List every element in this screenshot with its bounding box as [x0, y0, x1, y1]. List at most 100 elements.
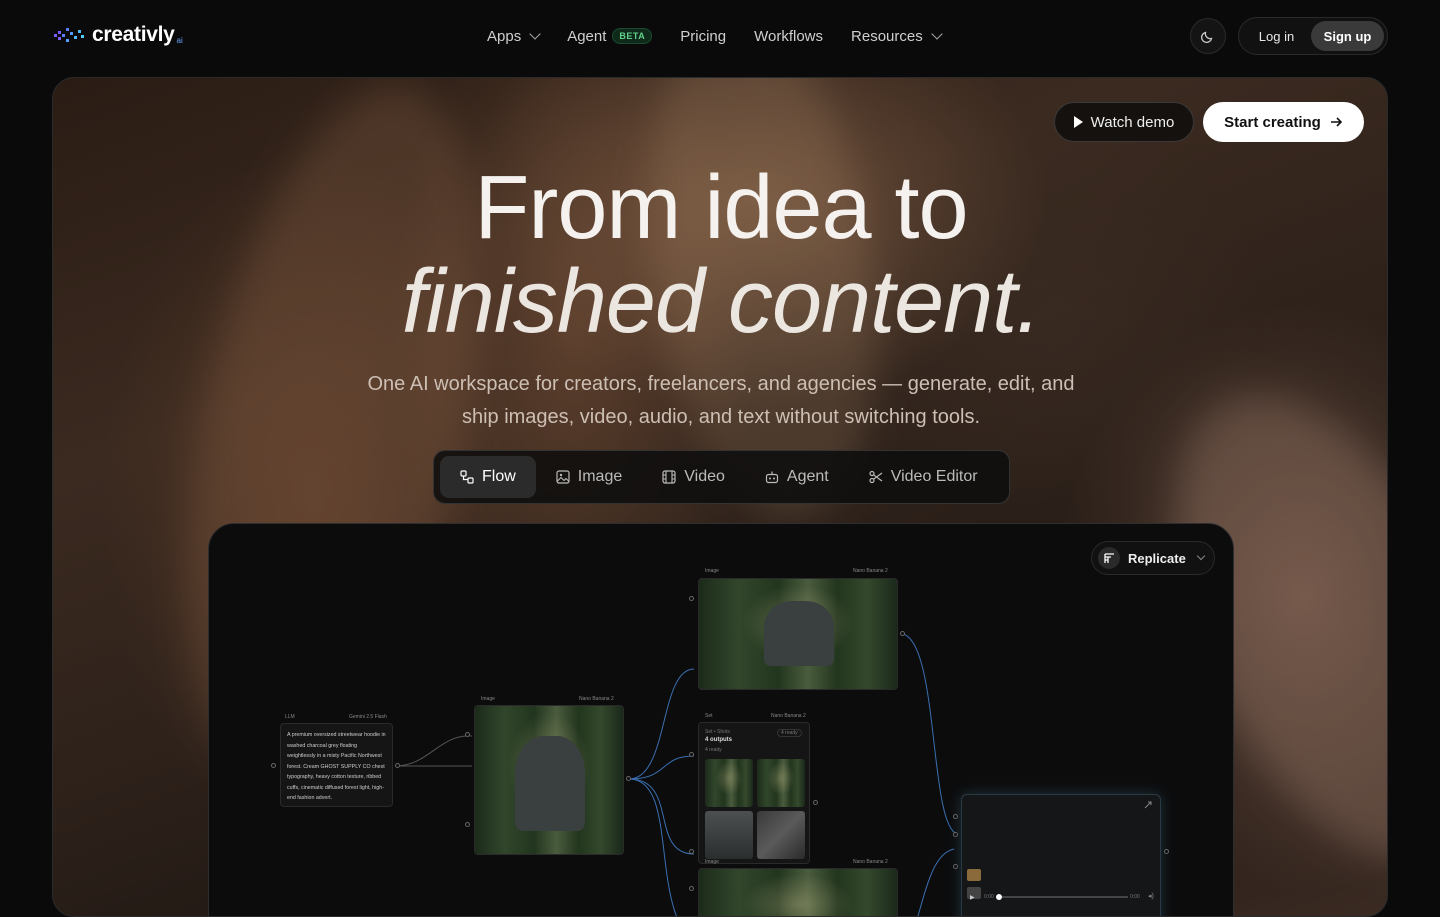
hero-subtitle: One AI workspace for creators, freelance… — [367, 373, 1075, 428]
theme-toggle-button[interactable] — [1190, 18, 1226, 54]
nav-agent-label: Agent — [567, 27, 607, 45]
start-creating-button[interactable]: Start creating — [1203, 102, 1364, 142]
beta-badge: BETA — [612, 28, 653, 44]
image-node-hoodie[interactable] — [474, 705, 624, 855]
set-node-title: 4 outputs — [705, 737, 732, 743]
image-node-2-label: Image — [705, 568, 719, 574]
image-2-output-port[interactable] — [900, 631, 905, 636]
brand-suffix: ai — [176, 35, 183, 45]
video-input-port-2[interactable] — [953, 832, 958, 837]
hero-title-line1: From idea to — [474, 158, 968, 258]
robot-icon — [765, 471, 778, 484]
nav-apps-label: Apps — [487, 27, 522, 45]
chevron-down-icon — [529, 28, 541, 40]
llm-prompt: A premium oversized streetwear hoodie in… — [287, 732, 386, 801]
set-thumb-1[interactable] — [705, 759, 753, 807]
set-node-ready-badge: 4 ready — [777, 729, 802, 737]
nav-resources-label: Resources — [851, 27, 923, 45]
set-thumb-4[interactable] — [757, 811, 805, 859]
main-menu: Apps Agent BETA Pricing Workflows Resour… — [487, 26, 969, 46]
llm-output-port[interactable] — [395, 763, 400, 768]
nav-pricing[interactable]: Pricing — [680, 26, 726, 46]
set-node-count: 4 ready — [705, 747, 722, 753]
image-node-model: Nano Banana 2 — [579, 696, 614, 702]
tab-image[interactable]: Image — [536, 456, 642, 498]
edge-video-out — [917, 848, 955, 916]
image-node-3-model: Nano Banana 2 — [853, 859, 888, 865]
logo-icon — [54, 28, 84, 42]
auth-group: Log in Sign up — [1238, 17, 1388, 55]
set-thumb-3[interactable] — [705, 811, 753, 859]
image-input-port[interactable] — [465, 732, 470, 737]
nav-apps[interactable]: Apps — [487, 26, 541, 46]
expand-icon — [1144, 801, 1152, 809]
nav-workflows-label: Workflows — [754, 27, 824, 45]
login-button[interactable]: Log in — [1242, 29, 1311, 44]
tab-agent[interactable]: Agent — [745, 456, 849, 498]
moon-icon — [1200, 31, 1213, 44]
image-node-forest-wide[interactable] — [698, 578, 898, 690]
tab-video-editor[interactable]: Video Editor — [849, 456, 998, 498]
logo[interactable]: creativly ai — [52, 22, 183, 48]
play-icon — [1073, 116, 1083, 128]
image-output-port[interactable] — [626, 776, 631, 781]
video-thumbnail — [967, 869, 981, 881]
signup-button[interactable]: Sign up — [1311, 21, 1384, 51]
image-2-input-port[interactable] — [689, 596, 694, 601]
tab-agent-label: Agent — [786, 468, 829, 485]
set-input-port[interactable] — [689, 752, 694, 757]
set-node[interactable]: Set • Shots 4 outputs 4 ready 4 ready — [698, 722, 810, 864]
tab-video[interactable]: Video — [642, 456, 745, 498]
image-node-2-model: Nano Banana 2 — [853, 568, 888, 574]
nav-resources[interactable]: Resources — [851, 26, 943, 46]
image-node-forest-bottom[interactable] — [698, 868, 898, 916]
llm-node-label: LLM — [285, 714, 295, 720]
scissors-icon — [869, 470, 883, 484]
flow-icon — [460, 470, 474, 484]
set-node-header: Set • Shots — [705, 729, 730, 735]
nav-agent[interactable]: Agent BETA — [567, 26, 653, 46]
image-icon — [556, 470, 570, 484]
set-output-port[interactable] — [813, 800, 818, 805]
film-icon — [662, 470, 676, 484]
video-time-start: 0:00 — [984, 894, 994, 900]
top-nav: creativly ai Apps Agent BETA Pricing Wor… — [0, 0, 1440, 72]
video-scrubber[interactable] — [996, 894, 1128, 900]
volume-icon[interactable]: ◂) — [1148, 892, 1154, 900]
tab-flow[interactable]: Flow — [440, 456, 536, 498]
hero-section: Watch demo Start creating From idea to f… — [52, 77, 1388, 917]
image-3-input-port[interactable] — [689, 849, 694, 854]
edge-image-image3 — [628, 778, 695, 855]
video-input-port-3[interactable] — [953, 864, 958, 869]
image-input-port-2[interactable] — [465, 822, 470, 827]
start-creating-label: Start creating — [1224, 113, 1321, 131]
watch-demo-button[interactable]: Watch demo — [1054, 102, 1194, 142]
edge-llm-image — [394, 735, 473, 767]
llm-node[interactable]: A premium oversized streetwear hoodie in… — [280, 723, 393, 807]
set-thumb-2[interactable] — [757, 759, 805, 807]
chevron-down-icon — [931, 28, 943, 40]
tab-image-label: Image — [577, 468, 623, 485]
set-node-label: Set — [705, 713, 713, 719]
nav-pricing-label: Pricing — [680, 27, 727, 45]
image-node-label: Image — [481, 696, 495, 702]
video-input-port[interactable] — [953, 814, 958, 819]
edge-image-image — [628, 668, 695, 780]
video-time-end: 0:00 — [1130, 894, 1140, 900]
edge-image-down — [628, 778, 677, 916]
nav-workflows[interactable]: Workflows — [754, 26, 823, 46]
scrubber-handle[interactable] — [996, 894, 1002, 900]
brand-name: creativly — [92, 23, 175, 46]
edge-image-video — [902, 633, 958, 835]
llm-input-port[interactable] — [271, 763, 276, 768]
hoodie-image — [764, 601, 834, 666]
flow-canvas-preview[interactable]: Replicate LLM Gemini 2.5 Flash A premium… — [208, 523, 1234, 916]
video-output-port[interactable] — [1164, 849, 1169, 854]
watch-demo-label: Watch demo — [1090, 113, 1175, 131]
video-output-node[interactable]: ▶ 0:00 0:00 ◂) — [961, 794, 1161, 916]
llm-node-model: Gemini 2.5 Flash — [349, 714, 387, 720]
hoodie-image — [515, 736, 585, 831]
arrow-right-icon — [1330, 117, 1342, 127]
image-3-input-port-2[interactable] — [689, 886, 694, 891]
tab-video-label: Video — [684, 468, 725, 485]
